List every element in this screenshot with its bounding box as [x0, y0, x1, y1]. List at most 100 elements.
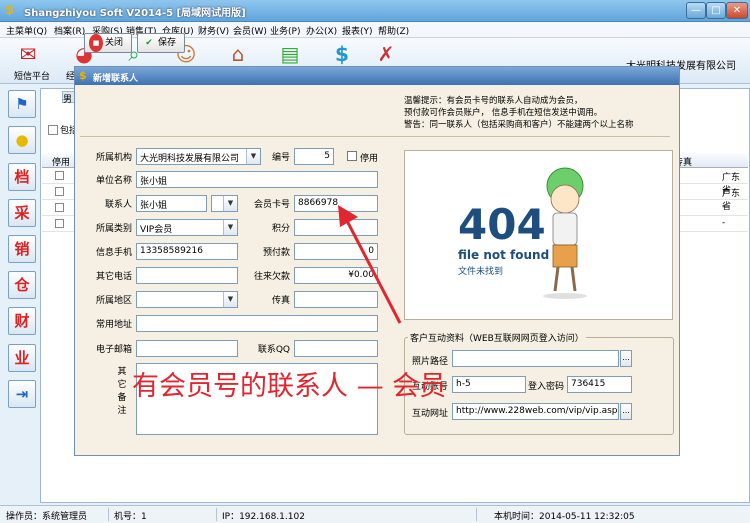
category-label: 所属类别: [95, 224, 132, 234]
include-checkbox[interactable]: [48, 125, 58, 135]
tip-line-3: 警告：同一联系人（包括采购商和客户）不能建两个以上名称: [404, 120, 634, 130]
column-disabled[interactable]: 停用: [52, 155, 70, 168]
web-access-group-title: 客户互动资料（WEB互联网网页登入访问）: [408, 331, 586, 344]
dialog-save-button[interactable]: ✔ 保存: [137, 33, 185, 53]
chevron-down-icon[interactable]: ▼: [223, 292, 237, 307]
menu-archive[interactable]: 档案(R): [54, 24, 85, 37]
sidebar-item-business[interactable]: 业: [8, 344, 36, 372]
phone-field[interactable]: [136, 267, 238, 284]
points-label: 积分: [271, 224, 290, 234]
menu-member[interactable]: 会员(W): [233, 24, 267, 37]
sidebar: ⚑ ● 档 采 销 仓 财 业 ⇥: [8, 90, 38, 410]
row-checkbox[interactable]: [55, 203, 64, 212]
tools-icon[interactable]: ✗: [366, 41, 406, 67]
check-icon: ✔: [145, 38, 153, 48]
open-url-button[interactable]: ...: [620, 403, 632, 420]
row-checkbox[interactable]: [55, 219, 64, 228]
disabled-label: 停用: [360, 154, 379, 164]
email-field[interactable]: [136, 340, 238, 357]
close-window-button[interactable]: ✕: [726, 2, 748, 19]
home-icon[interactable]: ⌂: [218, 41, 258, 67]
menu-office[interactable]: 办公(X): [306, 24, 337, 37]
dialog-close-button[interactable]: ■ 关闭: [84, 33, 132, 53]
unit-field[interactable]: 张小姐: [136, 171, 378, 188]
sidebar-item-purchase[interactable]: 采: [8, 199, 36, 227]
close-button-label: 关闭: [105, 38, 124, 48]
browse-photo-button[interactable]: ...: [620, 350, 632, 367]
dialog-divider: [80, 136, 670, 137]
status-machine: 机号：1: [114, 512, 147, 522]
toolbar-label-sms[interactable]: 短信平台: [14, 69, 50, 82]
region-select[interactable]: ▼: [136, 291, 238, 308]
contact-title-select[interactable]: ▼: [211, 195, 238, 212]
sidebar-item-sales[interactable]: 销: [8, 235, 36, 263]
error-text: file not found: [458, 248, 550, 262]
sidebar-item-warehouse[interactable]: 仓: [8, 271, 36, 299]
category-value: VIP会员: [140, 225, 173, 235]
password-field[interactable]: 736415: [567, 376, 632, 393]
org-label: 所属机构: [95, 153, 132, 163]
region-label: 所属地区: [95, 296, 132, 306]
status-time: 本机时间：2014-05-11 12:32:05: [494, 512, 635, 522]
save-button-label: 保存: [158, 38, 177, 48]
menu-main[interactable]: 主菜单(Q): [6, 24, 47, 37]
chevron-down-icon[interactable]: ▼: [246, 149, 260, 164]
app-logo-icon: $: [5, 3, 15, 18]
chevron-down-icon[interactable]: ▼: [223, 220, 237, 235]
annotation-arrow-icon: [338, 205, 402, 324]
window-titlebar: $ Shangzhiyou Soft V2014-5 [局域网试用版] — □ …: [0, 0, 750, 22]
row-checkbox[interactable]: [55, 187, 64, 196]
annotation-text: 有会员号的联系人 — 会员: [132, 371, 447, 402]
menu-finance[interactable]: 财务(V): [198, 24, 229, 37]
photo-path-field[interactable]: [452, 350, 619, 367]
address-label: 常用地址: [95, 320, 132, 330]
dialog-icon: $: [79, 69, 87, 82]
maximize-button[interactable]: □: [706, 2, 726, 19]
exit-icon[interactable]: ⇥: [8, 380, 36, 408]
stop-icon: ■: [89, 34, 103, 52]
menu-reports[interactable]: 报表(Y): [342, 24, 373, 37]
money-icon[interactable]: ▤: [270, 41, 310, 67]
row-cell: -: [722, 218, 726, 228]
code-field[interactable]: 5: [294, 148, 334, 165]
url-field[interactable]: http://www.228web.com/vip/vip.aspx?dm: [452, 403, 619, 420]
menu-business[interactable]: 业务(P): [270, 24, 300, 37]
minimize-button[interactable]: —: [686, 2, 706, 19]
row-cell: -: [722, 202, 726, 212]
contact-label: 联系人: [104, 200, 132, 210]
mail-icon[interactable]: ✉: [8, 41, 48, 67]
sidebar-item-finance[interactable]: 财: [8, 307, 36, 335]
status-separator: [476, 508, 477, 521]
status-bar: 操作员：系统管理员 机号：1 IP：192.168.1.102 本机时间：201…: [0, 505, 750, 523]
mobile-field[interactable]: 13358589216: [136, 243, 238, 260]
status-separator: [216, 508, 217, 521]
status-separator: [108, 508, 109, 521]
url-label: 互动网址: [411, 409, 448, 419]
contact-field[interactable]: 张小姐: [136, 195, 207, 212]
dialog-titlebar: $ 新增联系人: [75, 67, 679, 85]
prepay-label: 预付款: [262, 248, 290, 258]
dollar-icon[interactable]: $: [322, 41, 362, 67]
category-select[interactable]: VIP会员 ▼: [136, 219, 238, 236]
row-checkbox[interactable]: [55, 171, 64, 180]
status-operator: 操作员：系统管理员: [6, 512, 88, 522]
menu-help[interactable]: 帮助(Z): [378, 24, 409, 37]
email-label: 电子邮箱: [95, 345, 132, 355]
chevron-down-icon[interactable]: ▼: [223, 196, 237, 211]
org-value: 大光明科技发展有限公司: [140, 154, 240, 164]
org-select[interactable]: 大光明科技发展有限公司 ▼: [136, 148, 261, 165]
sidebar-item-archive[interactable]: 档: [8, 163, 36, 191]
disabled-checkbox[interactable]: [347, 151, 357, 161]
fax-label: 传真: [271, 296, 290, 306]
qq-field[interactable]: [294, 340, 378, 357]
dialog-title: 新增联系人: [93, 74, 139, 84]
status-ip: IP：192.168.1.102: [222, 512, 305, 522]
qq-label: 联系QQ: [257, 345, 290, 355]
arrears-label: 往来欠款: [253, 272, 290, 282]
tip-line-2: 预付款可作会员账户， 信息手机在短信发送中调用。: [404, 108, 603, 118]
error-text-cn: 文件未找到: [458, 267, 504, 277]
account-field[interactable]: h-5: [452, 376, 526, 393]
tip-line-1: 温馨提示：有会员卡号的联系人自动成为会员，: [404, 96, 583, 106]
bulb-icon[interactable]: ●: [8, 126, 36, 154]
flag-icon[interactable]: ⚑: [8, 90, 36, 118]
